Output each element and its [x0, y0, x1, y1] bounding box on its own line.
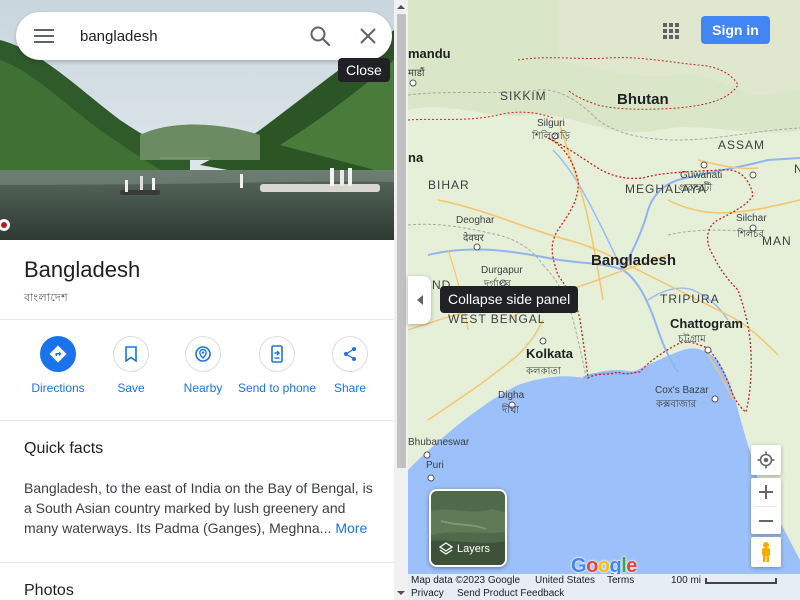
sign-in-button[interactable]: Sign in: [701, 16, 770, 44]
search-box: [16, 12, 392, 60]
privacy-link[interactable]: Privacy: [411, 588, 444, 599]
share-label: Share: [333, 381, 367, 395]
map-label-bhubaneswar: Bhubaneswar: [408, 437, 470, 448]
map-label-patna: na: [408, 150, 424, 165]
google-apps-button[interactable]: [654, 14, 688, 48]
hamburger-icon: [34, 29, 54, 43]
map-label-deoghar: Deoghar: [456, 215, 495, 226]
photos-title: Photos: [24, 582, 74, 599]
plus-icon: [759, 485, 773, 499]
quick-facts-body: Bangladesh, to the east of India on the …: [24, 480, 373, 536]
menu-button[interactable]: [16, 12, 72, 60]
send-to-phone-icon: [271, 345, 283, 363]
save-label: Save: [117, 381, 145, 395]
layers-label: Layers: [457, 543, 491, 555]
map-label-siliguri-native: শিলিগুড়ি: [532, 131, 570, 142]
collapse-panel-tooltip: Collapse side panel: [440, 286, 579, 313]
layers-button[interactable]: Layers: [429, 489, 507, 567]
my-location-button[interactable]: [751, 445, 781, 475]
map-label-kathmandu-native: माडौं: [408, 68, 425, 79]
zoom-controls: [751, 478, 781, 534]
map-label-kolkata: Kolkata: [526, 346, 573, 361]
map-label-siliguri: Silguri: [537, 118, 565, 129]
map-label-tripura: TRIPURA: [660, 292, 720, 306]
divider: [0, 319, 394, 320]
divider: [0, 420, 394, 421]
minus-icon: [759, 520, 773, 522]
map-label-deoghar-native: देवघर: [463, 233, 484, 244]
my-location-icon: [757, 451, 775, 469]
close-tooltip: Close: [338, 58, 390, 82]
place-title: Bangladesh: [24, 257, 141, 282]
layers-icon: [439, 542, 453, 555]
country-link[interactable]: United States: [535, 575, 595, 586]
quick-facts-text: Bangladesh, to the east of India on the …: [24, 478, 382, 538]
caret-left-icon: [416, 295, 423, 305]
map-label-nagaland: N: [794, 162, 800, 176]
nearby-label: Nearby: [183, 381, 223, 395]
pegman-icon: [762, 542, 770, 562]
map-label-west-bengal: WEST BENGAL: [448, 312, 546, 326]
divider: [0, 562, 394, 563]
map-label-sikkim: SIKKIM: [500, 89, 547, 103]
map-label-kathmandu: mandu: [408, 46, 451, 61]
feedback-link[interactable]: Send Product Feedback: [457, 588, 564, 599]
scale-label[interactable]: 100 mi: [671, 575, 701, 586]
close-icon: [360, 28, 376, 44]
close-button[interactable]: [344, 12, 392, 60]
scroll-down-icon[interactable]: [397, 589, 405, 597]
terms-link[interactable]: Terms: [607, 575, 634, 586]
apps-grid-icon: [663, 23, 679, 39]
scroll-up-icon[interactable]: [397, 3, 405, 11]
directions-button[interactable]: Directions: [16, 336, 100, 396]
search-button[interactable]: [296, 12, 344, 60]
search-icon: [310, 26, 331, 47]
map-label-assam: ASSAM: [718, 138, 766, 152]
send-to-phone-button[interactable]: Send to phone: [235, 336, 319, 396]
share-icon: [344, 347, 356, 361]
zoom-out-button[interactable]: [751, 507, 781, 535]
quick-facts-title: Quick facts: [24, 440, 104, 457]
map-label-meghalaya: MEGHALAYA: [625, 182, 707, 196]
more-link[interactable]: More: [335, 520, 367, 536]
side-panel: Close Bangladesh বাংলাদেশ Directions: [0, 0, 394, 600]
map-label-silchar: Silchar: [736, 213, 767, 224]
map-label-digha: Digha: [498, 390, 525, 401]
map-label-durgapur: Durgapur: [481, 265, 523, 276]
map-data-attribution: Map data ©2023 Google: [411, 575, 521, 586]
map-label-digha-native: দীঘা: [502, 405, 520, 416]
bookmark-icon: [125, 346, 137, 362]
place-native-name: বাংলাদেশ: [24, 292, 69, 304]
map-label-chattogram-native: চট্টগ্রাম: [678, 334, 706, 345]
map-label-kolkata-native: কলকাতা: [526, 366, 561, 377]
map-label-coxs-bazar-native: কক্সবাজার: [656, 399, 697, 410]
map-label-bhutan: Bhutan: [617, 91, 669, 108]
scroll-thumb[interactable]: [397, 14, 406, 468]
zoom-in-button[interactable]: [751, 478, 781, 506]
side-panel-scrollbar[interactable]: [394, 0, 408, 600]
maps-app: Close Bangladesh বাংলাদেশ Directions: [0, 0, 800, 600]
share-button[interactable]: Share: [308, 336, 392, 396]
scale-bar[interactable]: [705, 578, 777, 584]
directions-label: Directions: [31, 381, 85, 395]
map-label-chattogram: Chattogram: [670, 316, 743, 331]
map-label-manipur: MAN: [762, 234, 792, 248]
collapse-panel-button[interactable]: [408, 276, 431, 324]
nearby-icon: [195, 346, 211, 362]
map-label-guwahati: Guwahati: [680, 170, 723, 181]
map-label-silchar-native: শিলচর: [737, 229, 765, 240]
map-label-bihar: BIHAR: [428, 178, 470, 192]
search-input[interactable]: [72, 12, 296, 60]
send-to-phone-label: Send to phone: [237, 381, 317, 395]
map-label-coxs-bazar: Cox's Bazar: [655, 385, 709, 396]
street-view-pegman[interactable]: [751, 537, 781, 567]
map-footer-links: Privacy Send Product Feedback: [408, 587, 800, 600]
map-label-bangladesh: Bangladesh: [591, 252, 677, 269]
nearby-button[interactable]: Nearby: [161, 336, 245, 396]
directions-icon: [49, 345, 67, 363]
map-label-puri: Puri: [426, 460, 444, 471]
action-bar: Directions Save Nearby Send to phone Sha…: [16, 336, 386, 416]
